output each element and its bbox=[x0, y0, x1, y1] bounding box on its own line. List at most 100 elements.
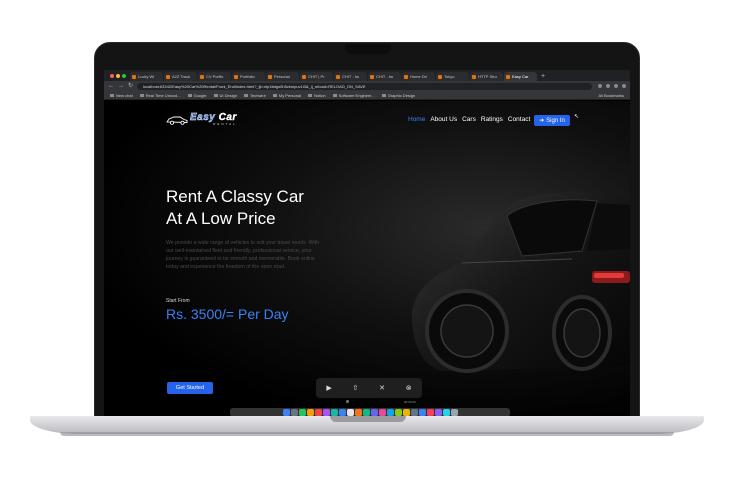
tab-favicon-icon bbox=[506, 74, 510, 79]
bookmark-label: My Personal bbox=[278, 92, 302, 98]
bookmark-label: Software Engineer... bbox=[338, 92, 375, 98]
mute-icon[interactable]: ✕ bbox=[379, 384, 385, 392]
tab-favicon-icon bbox=[404, 74, 408, 79]
bookmark-item[interactable]: Techwire bbox=[244, 93, 266, 98]
dock-app-icon[interactable] bbox=[394, 409, 402, 416]
camera-notch bbox=[345, 44, 391, 54]
site-logo[interactable]: Easy Car RENTAL bbox=[166, 112, 237, 126]
dock-app-icon[interactable] bbox=[362, 409, 370, 416]
browser-tab[interactable]: HTTP Stru bbox=[470, 72, 503, 81]
all-bookmarks[interactable]: All Bookmarks bbox=[598, 91, 624, 100]
get-started-button[interactable]: Get Started bbox=[167, 382, 213, 394]
sign-in-button[interactable]: ➜ Sign In bbox=[534, 115, 570, 126]
tab-label: CV Portfo bbox=[206, 74, 224, 79]
dock-app-icon[interactable] bbox=[290, 409, 298, 416]
dock-app-icon[interactable] bbox=[346, 409, 354, 416]
hero-title: Rent A Classy Car At A Low Price bbox=[166, 186, 304, 230]
browser-tab[interactable]: CHIT - bu bbox=[368, 72, 401, 81]
tab-label: Easy Car bbox=[512, 74, 529, 79]
tab-favicon-icon bbox=[234, 74, 238, 79]
dock-app-icon[interactable] bbox=[306, 409, 314, 416]
dock-app-icon[interactable] bbox=[442, 409, 450, 416]
tab-favicon-icon bbox=[370, 74, 374, 79]
dock-app-icon[interactable] bbox=[322, 409, 330, 416]
extension-icon[interactable] bbox=[606, 84, 610, 88]
dock-app-icon[interactable] bbox=[402, 409, 410, 416]
bookmark-item[interactable]: UI Design bbox=[213, 93, 237, 98]
car-logo-icon bbox=[166, 116, 188, 125]
tab-favicon-icon bbox=[132, 74, 136, 79]
dock-app-icon[interactable] bbox=[298, 409, 306, 416]
tab-label: CHIT - bu bbox=[376, 74, 394, 79]
browser-tab[interactable]: CV Portfo bbox=[198, 72, 231, 81]
tab-favicon-icon bbox=[166, 74, 170, 79]
website-viewport: Easy Car RENTAL Home About Us Cars Ratin… bbox=[104, 101, 630, 418]
close-icon[interactable]: ⊗ bbox=[406, 384, 412, 392]
bookmark-item[interactable]: Notion bbox=[308, 93, 326, 98]
bookmark-item[interactable]: Google bbox=[187, 93, 207, 98]
tab-favicon-icon bbox=[438, 74, 442, 79]
url-field[interactable]: localhost:63342/Easy%20Car%20Rental/Fron… bbox=[137, 82, 592, 90]
bookmark-item[interactable]: Software Engineer... bbox=[332, 92, 375, 98]
forward-icon[interactable]: → bbox=[118, 81, 124, 91]
bookmark-label: Notion bbox=[314, 92, 326, 98]
maximize-window-icon[interactable] bbox=[122, 74, 126, 78]
hero-title-line2: At A Low Price bbox=[166, 209, 276, 228]
video-player-overlay: ▶ ⇧ ✕ ⊗ bbox=[316, 378, 422, 398]
profile-icon[interactable] bbox=[614, 84, 618, 88]
star-icon[interactable] bbox=[598, 84, 602, 88]
dock-app-icon[interactable] bbox=[330, 409, 338, 416]
tab-label: CHIT - bu bbox=[342, 74, 360, 79]
bookmark-item[interactable]: My Personal bbox=[272, 92, 302, 98]
dock-app-icon[interactable] bbox=[434, 409, 442, 416]
tab-label: Portfolio bbox=[240, 74, 255, 79]
browser-tab[interactable]: Lucky Wi bbox=[130, 72, 163, 81]
menu-icon[interactable] bbox=[622, 84, 626, 88]
dock-app-icon[interactable] bbox=[370, 409, 378, 416]
dock-app-icon[interactable] bbox=[354, 409, 362, 416]
dock-app-icon[interactable] bbox=[418, 409, 426, 416]
folder-icon bbox=[213, 93, 218, 97]
address-bar-icons bbox=[598, 84, 626, 88]
bookmark-label: Real Time Unicod... bbox=[145, 92, 181, 98]
bookmark-item[interactable]: Real Time Unicod... bbox=[139, 92, 181, 98]
tab-label: Home Dri bbox=[410, 74, 427, 79]
browser-tab[interactable]: CHIT - bu bbox=[334, 72, 367, 81]
browser-tab[interactable]: Portfolio bbox=[232, 72, 265, 81]
dock-app-icon[interactable] bbox=[426, 409, 434, 416]
dock-app-icon[interactable] bbox=[378, 409, 386, 416]
bookmark-item[interactable]: Graphic Design bbox=[381, 93, 415, 98]
price-text: Rs. 3500/= Per Day bbox=[166, 306, 289, 322]
tab-favicon-icon bbox=[336, 74, 340, 79]
browser-tab[interactable]: CHIT | Pr bbox=[300, 72, 333, 81]
minimize-window-icon[interactable] bbox=[116, 74, 120, 78]
bookmark-item[interactable]: New chat bbox=[110, 93, 133, 98]
dock-app-icon[interactable] bbox=[314, 409, 322, 416]
share-icon[interactable]: ⇧ bbox=[352, 384, 358, 392]
browser-tab[interactable]: Easy Car bbox=[504, 72, 537, 81]
bookmark-label: New chat bbox=[116, 92, 133, 98]
dock-app-icon[interactable] bbox=[450, 409, 458, 416]
browser-tab[interactable]: A2Z Track bbox=[164, 72, 197, 81]
nav-ratings[interactable]: Ratings bbox=[481, 116, 503, 123]
folder-icon bbox=[272, 93, 277, 97]
reload-icon[interactable]: ↻ bbox=[128, 81, 133, 91]
nav-about[interactable]: About Us bbox=[430, 116, 457, 123]
play-icon[interactable]: ▶ bbox=[326, 384, 331, 392]
browser-tab[interactable]: Personal bbox=[266, 72, 299, 81]
nav-cars[interactable]: Cars bbox=[462, 116, 476, 123]
tab-label: Lucky Wi bbox=[138, 74, 155, 79]
nav-home[interactable]: Home bbox=[408, 116, 425, 123]
dock-app-icon[interactable] bbox=[410, 409, 418, 416]
tab-label: HTTP Stru bbox=[478, 74, 497, 79]
nav-contact[interactable]: Contact bbox=[508, 116, 530, 123]
close-window-icon[interactable] bbox=[110, 74, 114, 78]
back-icon[interactable]: ← bbox=[108, 81, 114, 91]
dock-app-icon[interactable] bbox=[338, 409, 346, 416]
folder-icon bbox=[332, 93, 337, 97]
browser-tab[interactable]: Tokyo bbox=[436, 72, 469, 81]
dock-app-icon[interactable] bbox=[282, 409, 290, 416]
new-tab-icon[interactable]: + bbox=[541, 72, 545, 81]
browser-tab[interactable]: Home Dri bbox=[402, 72, 435, 81]
dock-app-icon[interactable] bbox=[386, 409, 394, 416]
